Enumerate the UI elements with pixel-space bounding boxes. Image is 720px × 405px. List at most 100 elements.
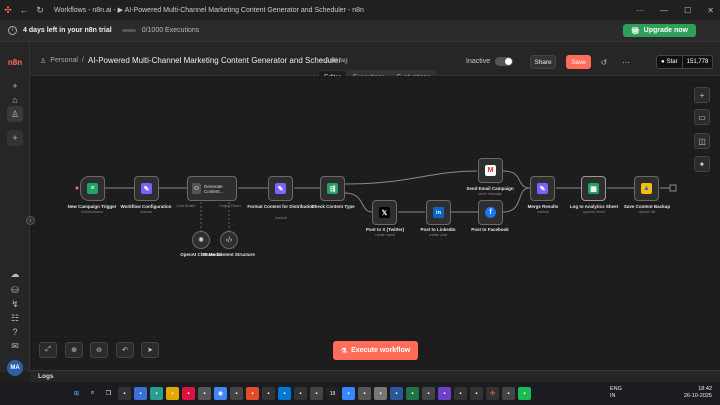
star-count: 151,778 bbox=[686, 59, 709, 65]
personal-icon[interactable]: ♙ bbox=[7, 106, 23, 122]
back-icon[interactable]: ← bbox=[16, 5, 32, 15]
node-format-content[interactable]: ✎ bbox=[268, 176, 293, 201]
google-sheets-icon: ▦ bbox=[588, 183, 599, 194]
browser-tab[interactable]: Workflows - n8n.ai - ▶ AI-Powered Multi-… bbox=[54, 6, 364, 14]
node-post-to-facebook[interactable]: f bbox=[478, 200, 503, 225]
task-view-icon[interactable]: ❐ bbox=[102, 387, 115, 400]
execute-label: Execute workflow bbox=[351, 347, 411, 354]
github-icon: ● bbox=[661, 59, 665, 65]
app-icon[interactable]: ▪ bbox=[422, 387, 435, 400]
more-options-icon[interactable]: ⋯ bbox=[620, 55, 632, 69]
n8n-taskbar-icon[interactable]: ✣ bbox=[486, 387, 499, 400]
avatar[interactable]: MA bbox=[7, 360, 23, 376]
app-icon[interactable]: ▪ bbox=[342, 387, 355, 400]
node-workflow-configuration[interactable]: ✎ bbox=[134, 176, 159, 201]
github-star-button[interactable]: ● Star 151,778 bbox=[656, 55, 714, 69]
node-subtitle: Chat Model* bbox=[176, 204, 196, 208]
cloud-icon[interactable]: ☁ bbox=[7, 266, 23, 282]
app-icon[interactable]: ▪ bbox=[198, 387, 211, 400]
execute-workflow-button[interactable]: ⚗ Execute workflow bbox=[333, 341, 418, 360]
app-icon[interactable]: ▪ bbox=[150, 387, 163, 400]
node-parse-content-structure[interactable]: ‹/› bbox=[220, 231, 238, 249]
gift-icon: 🎁︎ bbox=[630, 27, 640, 35]
app-icon[interactable]: ▪ bbox=[246, 387, 259, 400]
node-log-analytics[interactable]: ▦ bbox=[581, 176, 606, 201]
node-label: Parse Content Structure bbox=[203, 252, 255, 257]
app-icon[interactable]: ▪ bbox=[118, 387, 131, 400]
clock[interactable]: 18:42 26-10-2025 bbox=[684, 386, 712, 400]
zoom-out-icon[interactable]: ⊖ bbox=[90, 342, 108, 358]
taskbar-badge[interactable]: 19 bbox=[326, 387, 339, 400]
n8n-logo[interactable]: n8n bbox=[7, 54, 23, 70]
language-indicator[interactable]: ENG IN bbox=[610, 386, 622, 400]
node-post-to-linkedin[interactable]: in bbox=[426, 200, 451, 225]
node-openai-chat-model[interactable]: ✺ bbox=[192, 231, 210, 249]
x-logo-icon: 𝕏 bbox=[379, 207, 390, 218]
save-button[interactable]: Save bbox=[566, 55, 591, 69]
app-icon[interactable]: ▪ bbox=[310, 387, 323, 400]
share-button[interactable]: Share bbox=[530, 55, 556, 69]
search-icon[interactable]: ⌕ bbox=[86, 387, 99, 400]
node-check-content-type[interactable]: ⇶ bbox=[320, 176, 345, 201]
app-icon[interactable]: ▪ bbox=[454, 387, 467, 400]
reload-icon[interactable]: ↻ bbox=[32, 5, 48, 16]
page-title[interactable]: AI-Powered Multi-Channel Marketing Conte… bbox=[88, 56, 341, 65]
breadcrumb[interactable]: ♙ Personal / bbox=[40, 57, 84, 65]
maximize-icon[interactable]: ☐ bbox=[684, 6, 691, 15]
app-icon[interactable]: ▪ bbox=[230, 387, 243, 400]
extensions-icon[interactable]: ⋯ bbox=[636, 6, 644, 15]
collapse-sidebar-icon[interactable]: › bbox=[26, 216, 35, 225]
minimize-icon[interactable]: — bbox=[660, 6, 668, 15]
date-text: 26-10-2025 bbox=[683, 393, 712, 399]
windows-start-icon[interactable]: ⊞ bbox=[70, 387, 83, 400]
app-icon[interactable]: ▪ bbox=[502, 387, 515, 400]
trigger-indicator bbox=[75, 186, 79, 190]
close-icon[interactable]: ✕ bbox=[707, 6, 714, 15]
linkedin-icon: in bbox=[433, 207, 444, 218]
add-project-icon[interactable]: + bbox=[7, 130, 23, 146]
history-icon[interactable]: ↺ bbox=[598, 55, 610, 69]
flask-icon: ⚗ bbox=[340, 347, 348, 355]
chrome-icon[interactable]: ◉ bbox=[214, 387, 227, 400]
status-label: Inactive bbox=[466, 58, 491, 65]
connection bbox=[344, 170, 478, 185]
app-icon[interactable]: ▪ bbox=[374, 387, 387, 400]
app-icon[interactable]: ▪ bbox=[358, 387, 371, 400]
node-new-campaign-trigger[interactable]: ≡ bbox=[80, 176, 105, 201]
node-merge-results[interactable]: ✎ bbox=[530, 176, 555, 201]
app-icon[interactable]: ▪ bbox=[438, 387, 451, 400]
app-icon[interactable]: ▪ bbox=[390, 387, 403, 400]
app-icon[interactable]: ▪ bbox=[518, 387, 531, 400]
app-icon[interactable]: ▪ bbox=[406, 387, 419, 400]
cursor-icon[interactable]: ➤ bbox=[141, 342, 159, 358]
n8n-logo-icon: ✣ bbox=[4, 4, 12, 15]
node-save-backup[interactable]: ▲ bbox=[634, 176, 659, 201]
app-icon[interactable]: ▪ bbox=[278, 387, 291, 400]
panel-icon[interactable]: ◫ bbox=[694, 133, 710, 149]
add-node-icon[interactable]: + bbox=[694, 87, 710, 103]
add-tag-link[interactable]: + Add tag bbox=[320, 57, 348, 64]
pencil-icon: ✎ bbox=[275, 183, 286, 194]
app-icon[interactable]: ▪ bbox=[470, 387, 483, 400]
logs-panel-header[interactable]: Logs bbox=[30, 370, 720, 382]
workflow-canvas[interactable]: ≡ New Campaign Trigger onSubmission ✎ Wo… bbox=[30, 76, 720, 370]
sticky-note-icon[interactable]: ▭ bbox=[694, 109, 710, 125]
app-icon[interactable]: ▪ bbox=[262, 387, 275, 400]
node-post-to-x[interactable]: 𝕏 bbox=[372, 200, 397, 225]
undo-icon[interactable]: ↶ bbox=[116, 342, 134, 358]
node-generate-content[interactable]: ☺ Generate Content... bbox=[187, 176, 237, 201]
upgrade-button[interactable]: 🎁︎ Upgrade now bbox=[622, 24, 696, 37]
zoom-in-icon[interactable]: ⊕ bbox=[65, 342, 83, 358]
folder-icon[interactable]: ▪ bbox=[166, 387, 179, 400]
ai-assistant-icon[interactable]: ✦ bbox=[694, 156, 710, 172]
fit-view-icon[interactable]: ⤢ bbox=[39, 342, 57, 358]
node-subtitle: send: message bbox=[478, 192, 502, 196]
node-send-email[interactable]: M bbox=[478, 158, 503, 183]
app-icon[interactable]: ▪ bbox=[182, 387, 195, 400]
app-icon[interactable]: ▪ bbox=[294, 387, 307, 400]
code-icon: ‹/› bbox=[225, 236, 233, 244]
app-icon[interactable]: ▪ bbox=[134, 387, 147, 400]
active-toggle[interactable] bbox=[495, 57, 514, 66]
star-label: Star bbox=[666, 59, 678, 65]
whats-new-icon[interactable]: ✉ bbox=[7, 338, 23, 354]
